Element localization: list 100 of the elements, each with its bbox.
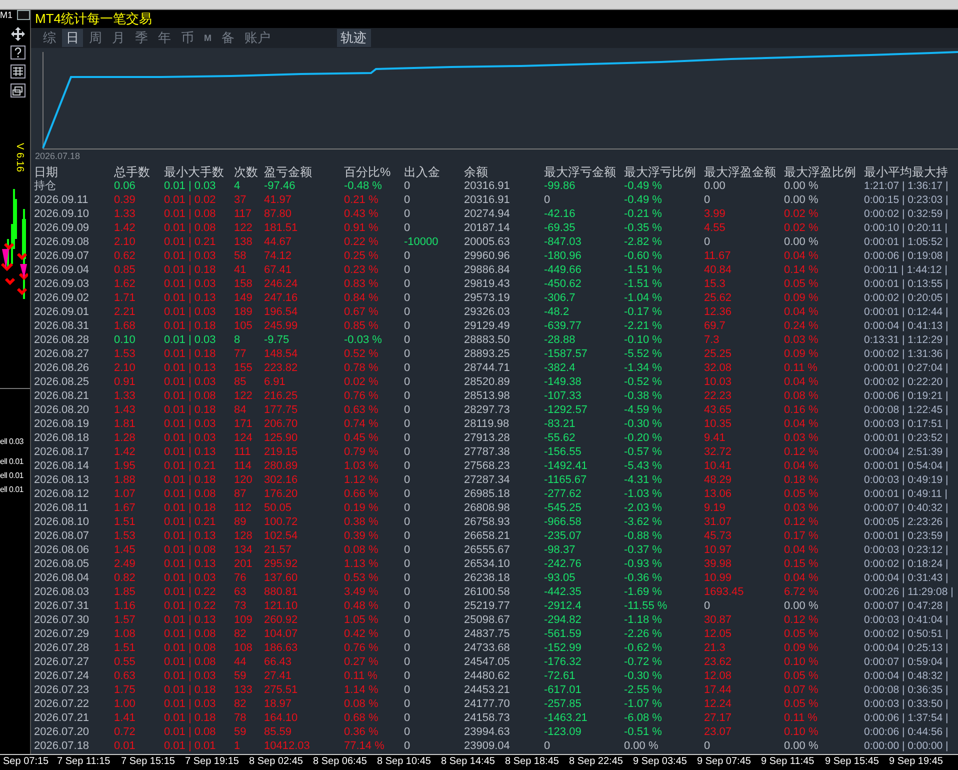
table-cell-text: -123.09 [544,725,582,739]
table-cell-text: -99.86 [544,179,576,193]
tab[interactable]: 日 [62,29,83,47]
table-cell-text: 0:00:08 | 1:22:45 | [864,403,950,417]
table-cell-text: -152.99 [544,641,582,655]
table-cell-text: 1693.45 [704,585,745,599]
table-cell-text: 0:00:03 | 0:17:51 | [864,417,950,431]
table-cell-text: 111 [234,445,252,459]
table-cell-text: 0.52 % [344,347,380,361]
table-cell-text: 280.89 [264,459,299,473]
tab[interactable]: 周 [85,29,106,47]
table-cell-text: 0.76 % [344,641,380,655]
table-cell-text: 25.25 [704,347,733,361]
table-cell-text: 27.17 [704,711,733,725]
table-cell-text: 0.23 % [344,263,380,277]
tab[interactable]: 备 [218,29,238,47]
table-cell-text: 23909.04 [464,739,511,753]
table-cell-text: 12.08 [704,669,733,683]
table-cell-text: 76 [234,571,248,585]
tab[interactable]: 年 [154,29,175,47]
table-cell-text: 27787.38 [464,445,511,459]
table-cell-text: 0.36 % [344,725,380,739]
table-cell-text: -545.25 [544,501,582,515]
table-cell-text: 0.01 | 0.18 [164,683,217,697]
table-cell-text: 0:00:01 | 0:54:04 | [864,459,950,473]
table-cell-text: 2026.09.02 [34,291,90,305]
table-cell-text: 26758.93 [464,515,511,529]
table-cell-text: 85.59 [264,725,293,739]
table-cell-text: 1.03 % [344,459,380,473]
table-cell-text: 30.87 [704,613,733,627]
table-cell-text: 0 [404,389,412,403]
table-cell-text: 1.68 [114,319,136,333]
table-cell-text: 0:00:06 | 0:44:56 | [864,725,950,739]
table-cell-text: 0.55 [114,655,136,669]
table-cell-text: -180.96 [544,249,582,263]
table-cell-text: 0 [404,473,412,487]
table-cell-text: 0.39 [114,193,136,207]
table-cell-text: 29573.19 [464,291,511,305]
table-cell-text: 2026.08.17 [34,445,90,459]
table-cell-text: 0.09 % [784,291,820,305]
table-cell-text: 0.76 % [344,389,380,403]
table-cell-text: 0 [404,403,412,417]
table-cell-text: -0.49 % [624,193,663,207]
table-cell-text: 24547.05 [464,655,511,669]
tab[interactable]: 季 [131,29,152,47]
table-cell-text: 27.41 [264,669,293,683]
table-cell-text: -1292.57 [544,403,588,417]
tab[interactable]: 综 [39,29,60,47]
table-cell-text: 59 [234,725,248,739]
table-cell-text: 0.08 % [344,697,380,711]
table-cell-text: -382.4 [544,361,576,375]
tab[interactable]: 币 [177,29,198,47]
table-cell-text: -277.62 [544,487,582,501]
table-cell-text: 0.01 | 0.03 [164,697,217,711]
table-cell-text: 1.42 [114,445,136,459]
table-cell-text: 0.18 % [784,473,820,487]
table-cell-text: 0.01 | 0.08 [164,221,217,235]
table-cell-text: 1.51 [114,641,136,655]
table-cell-text: 23.62 [704,655,733,669]
table-cell-text: 0.01 | 0.02 [164,193,217,207]
table-cell-text: 0:00:07 | 0:47:28 | [864,599,950,613]
table-cell-text: 25.62 [704,291,733,305]
table-cell-text: 0.39 % [344,529,380,543]
table-cell-text: 0.91 % [344,221,380,235]
minimize-icon[interactable] [16,10,30,20]
grid-icon[interactable] [10,64,26,79]
table-cell-text: 0.74 % [344,417,380,431]
table-cell-text: -2.21 % [624,319,663,333]
table-cell-text: 26985.18 [464,487,511,501]
table-cell-text: 0.05 % [784,487,820,501]
table-cell-text: 1.07 [114,487,136,501]
table-cell-text: 4.55 [704,221,726,235]
table-cell-text: 27913.28 [464,431,511,445]
table-cell-text: 41 [234,263,248,277]
table-cell-text: 20316.91 [464,179,511,193]
table-cell-text: 2026.08.27 [34,347,90,361]
table-cell-text: -4.59 % [624,403,663,417]
column-header: 余额 [464,165,489,179]
tab[interactable]: 账户 [240,29,274,47]
table-cell-text: 2026.07.31 [34,599,90,613]
table-cell-text: 0.07 % [784,683,820,697]
table-cell-text: -1.51 % [624,263,663,277]
table-cell-text: 0.01 [114,739,136,753]
table-cell-text: 0.01 | 0.03 [164,571,217,585]
tab[interactable]: 轨迹 [336,29,370,47]
table-cell-text: 260.92 [264,613,299,627]
table-cell-text: 0.01 | 0.22 [164,585,217,599]
table-cell-text: 0.04 % [784,459,820,473]
window-icon[interactable] [10,83,26,98]
table-cell-text: 0 [404,319,412,333]
table-cell-text: 2026.07.18 [34,739,90,753]
tab[interactable]: M [200,29,216,47]
table-cell-text: 6.72 % [784,585,820,599]
table-cell-text: -306.7 [544,291,576,305]
tab[interactable]: 月 [108,29,129,47]
move-icon[interactable] [10,26,26,41]
help-icon[interactable] [10,45,26,60]
table-cell-text: -72.61 [544,669,576,683]
table-cell-text: 0.53 % [344,571,380,585]
table-cell-text: 0.68 % [344,711,380,725]
